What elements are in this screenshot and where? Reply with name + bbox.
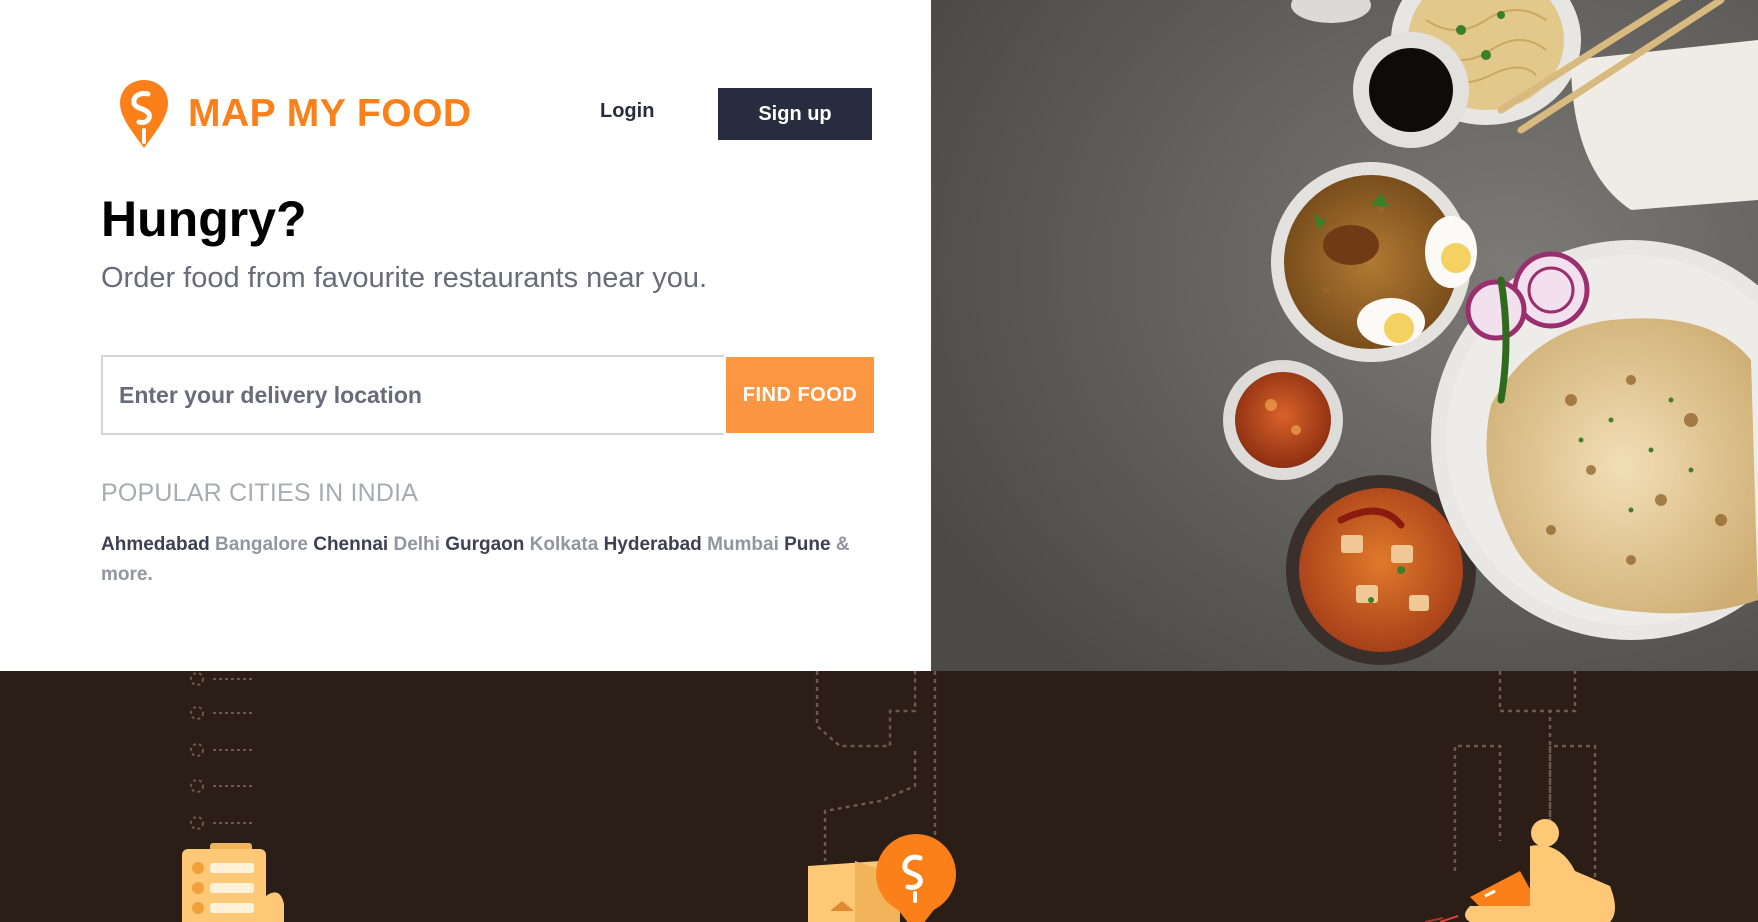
map-route-illustration: [815, 671, 937, 861]
checklist-board-icon: [182, 843, 284, 922]
delivery-rider-icon: [1424, 819, 1615, 922]
login-link[interactable]: Login: [600, 100, 654, 123]
landing-panel: MAP MY FOOD Login Sign up Hungry? Order …: [0, 0, 931, 671]
delivery-route-illustration: [1453, 671, 1597, 881]
city-link-gurgaon[interactable]: Gurgaon: [445, 534, 524, 555]
how-it-works-band: [0, 671, 1758, 922]
find-food-button[interactable]: FIND FOOD: [726, 357, 874, 433]
city-link-delhi[interactable]: Delhi: [393, 534, 439, 555]
delivery-location-input[interactable]: [101, 355, 724, 435]
hero-food-image: [931, 0, 1758, 671]
page-title: Hungry?: [101, 191, 307, 247]
food-illustration: [931, 0, 1758, 671]
city-link-pune[interactable]: Pune: [784, 534, 830, 555]
order-checklist-illustration: [190, 672, 255, 830]
city-link-hyderabad[interactable]: Hyderabad: [604, 534, 702, 555]
brand-name: MAP MY FOOD: [188, 92, 472, 135]
city-link-mumbai[interactable]: Mumbai: [707, 534, 779, 555]
city-link-bangalore[interactable]: Bangalore: [215, 534, 308, 555]
brand-logo[interactable]: MAP MY FOOD: [118, 78, 472, 150]
swiggy-logo-icon: [120, 80, 168, 148]
page-subtitle: Order food from favourite restaurants ne…: [101, 262, 708, 294]
popular-cities-title: POPULAR CITIES IN INDIA: [101, 479, 419, 507]
city-link-chennai[interactable]: Chennai: [313, 534, 388, 555]
location-search: FIND FOOD: [101, 355, 874, 435]
signup-button[interactable]: Sign up: [718, 88, 872, 140]
popular-cities-list: Ahmedabad Bangalore Chennai Delhi Gurgao…: [101, 530, 871, 590]
city-link-ahmedabad[interactable]: Ahmedabad: [101, 534, 210, 555]
city-link-kolkata[interactable]: Kolkata: [530, 534, 599, 555]
location-pin-icon: [808, 834, 956, 922]
illustrations: [182, 671, 1615, 922]
